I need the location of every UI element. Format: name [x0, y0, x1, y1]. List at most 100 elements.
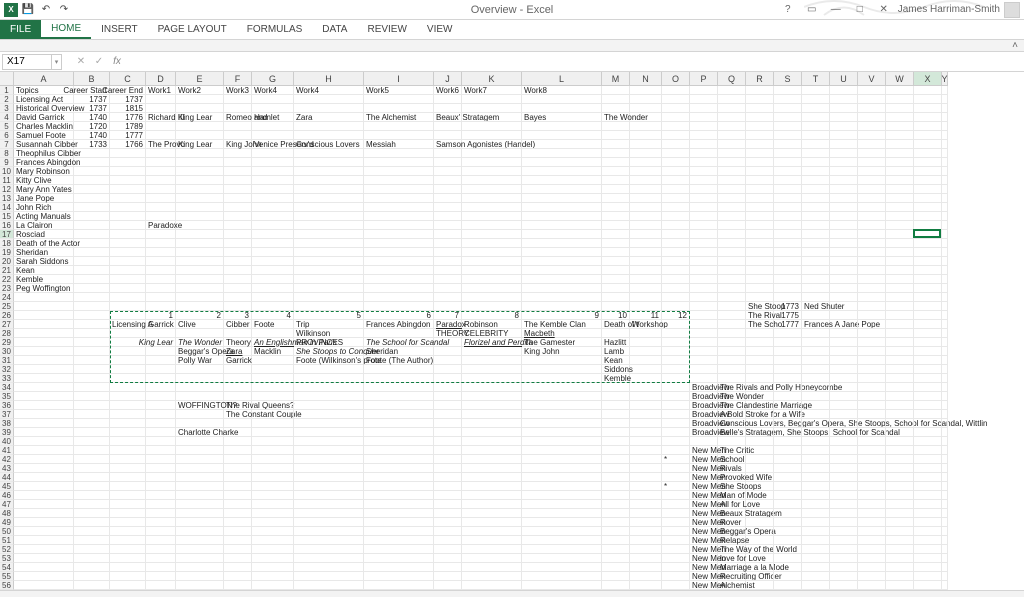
cell-Y53[interactable]	[942, 554, 948, 563]
cell-F32[interactable]	[224, 365, 252, 374]
cell-I9[interactable]	[364, 158, 434, 167]
cell-E7[interactable]: King Lear	[176, 140, 224, 149]
col-header-G[interactable]: G	[252, 72, 294, 86]
cell-Y27[interactable]	[942, 320, 948, 329]
cell-W46[interactable]	[886, 491, 914, 500]
cell-O15[interactable]	[662, 212, 690, 221]
cell-I46[interactable]	[364, 491, 434, 500]
cell-I20[interactable]	[364, 257, 434, 266]
cell-Q17[interactable]	[718, 230, 746, 239]
cell-T42[interactable]	[802, 455, 830, 464]
cell-U20[interactable]	[830, 257, 858, 266]
cell-V1[interactable]	[858, 86, 886, 95]
cell-T53[interactable]	[802, 554, 830, 563]
cell-K31[interactable]	[462, 356, 522, 365]
cell-O1[interactable]	[662, 86, 690, 95]
cell-G46[interactable]	[252, 491, 294, 500]
cell-D44[interactable]	[146, 473, 176, 482]
cell-K29[interactable]: Florizel and Perdita	[462, 338, 522, 347]
cell-K10[interactable]	[462, 167, 522, 176]
cell-O30[interactable]	[662, 347, 690, 356]
cell-D40[interactable]	[146, 437, 176, 446]
cell-N37[interactable]	[630, 410, 662, 419]
cell-R41[interactable]	[746, 446, 774, 455]
cell-N41[interactable]	[630, 446, 662, 455]
cell-I38[interactable]	[364, 419, 434, 428]
cell-I34[interactable]	[364, 383, 434, 392]
cell-X20[interactable]	[914, 257, 942, 266]
cell-F41[interactable]	[224, 446, 252, 455]
cell-D16[interactable]: Paradoxe	[146, 221, 176, 230]
cell-X47[interactable]	[914, 500, 942, 509]
cell-S20[interactable]	[774, 257, 802, 266]
cell-T55[interactable]	[802, 572, 830, 581]
cell-L13[interactable]	[522, 194, 602, 203]
cell-V52[interactable]	[858, 545, 886, 554]
cell-N38[interactable]	[630, 419, 662, 428]
cell-W8[interactable]	[886, 149, 914, 158]
cell-B40[interactable]	[74, 437, 110, 446]
cell-H18[interactable]	[294, 239, 364, 248]
cell-J10[interactable]	[434, 167, 462, 176]
cell-T14[interactable]	[802, 203, 830, 212]
cell-Y34[interactable]	[942, 383, 948, 392]
cell-G14[interactable]	[252, 203, 294, 212]
cell-Q56[interactable]: Alchemist	[718, 581, 746, 590]
cell-S12[interactable]	[774, 185, 802, 194]
cell-T39[interactable]	[802, 428, 830, 437]
cell-D4[interactable]: Richard III	[146, 113, 176, 122]
cell-S49[interactable]	[774, 518, 802, 527]
cell-E14[interactable]	[176, 203, 224, 212]
cell-C10[interactable]	[110, 167, 146, 176]
col-header-Y[interactable]: Y	[942, 72, 948, 86]
cell-D53[interactable]	[146, 554, 176, 563]
cell-F45[interactable]	[224, 482, 252, 491]
cell-G49[interactable]	[252, 518, 294, 527]
cell-L8[interactable]	[522, 149, 602, 158]
cell-X10[interactable]	[914, 167, 942, 176]
cell-P3[interactable]	[690, 104, 718, 113]
cell-E53[interactable]	[176, 554, 224, 563]
cell-G56[interactable]	[252, 581, 294, 590]
cell-O54[interactable]	[662, 563, 690, 572]
cell-D39[interactable]	[146, 428, 176, 437]
cell-D7[interactable]: The Provo	[146, 140, 176, 149]
cell-A39[interactable]	[14, 428, 74, 437]
cell-J8[interactable]	[434, 149, 462, 158]
cell-P5[interactable]	[690, 122, 718, 131]
cell-B31[interactable]	[74, 356, 110, 365]
cell-U56[interactable]	[830, 581, 858, 590]
cell-H24[interactable]	[294, 293, 364, 302]
cell-X24[interactable]	[914, 293, 942, 302]
cell-S39[interactable]	[774, 428, 802, 437]
cell-S6[interactable]	[774, 131, 802, 140]
cell-U2[interactable]	[830, 95, 858, 104]
cell-I44[interactable]	[364, 473, 434, 482]
cell-Q18[interactable]	[718, 239, 746, 248]
cell-W34[interactable]	[886, 383, 914, 392]
cell-X22[interactable]	[914, 275, 942, 284]
cell-O12[interactable]	[662, 185, 690, 194]
cell-E36[interactable]: WOFFINGTON?	[176, 401, 224, 410]
cell-N49[interactable]	[630, 518, 662, 527]
cell-D24[interactable]	[146, 293, 176, 302]
cell-K46[interactable]	[462, 491, 522, 500]
cell-M44[interactable]	[602, 473, 630, 482]
cell-D2[interactable]	[146, 95, 176, 104]
cell-E5[interactable]	[176, 122, 224, 131]
cell-U49[interactable]	[830, 518, 858, 527]
cell-K54[interactable]	[462, 563, 522, 572]
cell-A52[interactable]	[14, 545, 74, 554]
cell-Q20[interactable]	[718, 257, 746, 266]
cell-C37[interactable]	[110, 410, 146, 419]
cell-H44[interactable]	[294, 473, 364, 482]
cell-T31[interactable]	[802, 356, 830, 365]
cell-G18[interactable]	[252, 239, 294, 248]
col-header-D[interactable]: D	[146, 72, 176, 86]
cell-N53[interactable]	[630, 554, 662, 563]
cell-X46[interactable]	[914, 491, 942, 500]
cell-D18[interactable]	[146, 239, 176, 248]
cell-G39[interactable]	[252, 428, 294, 437]
cell-C21[interactable]	[110, 266, 146, 275]
cell-J35[interactable]	[434, 392, 462, 401]
